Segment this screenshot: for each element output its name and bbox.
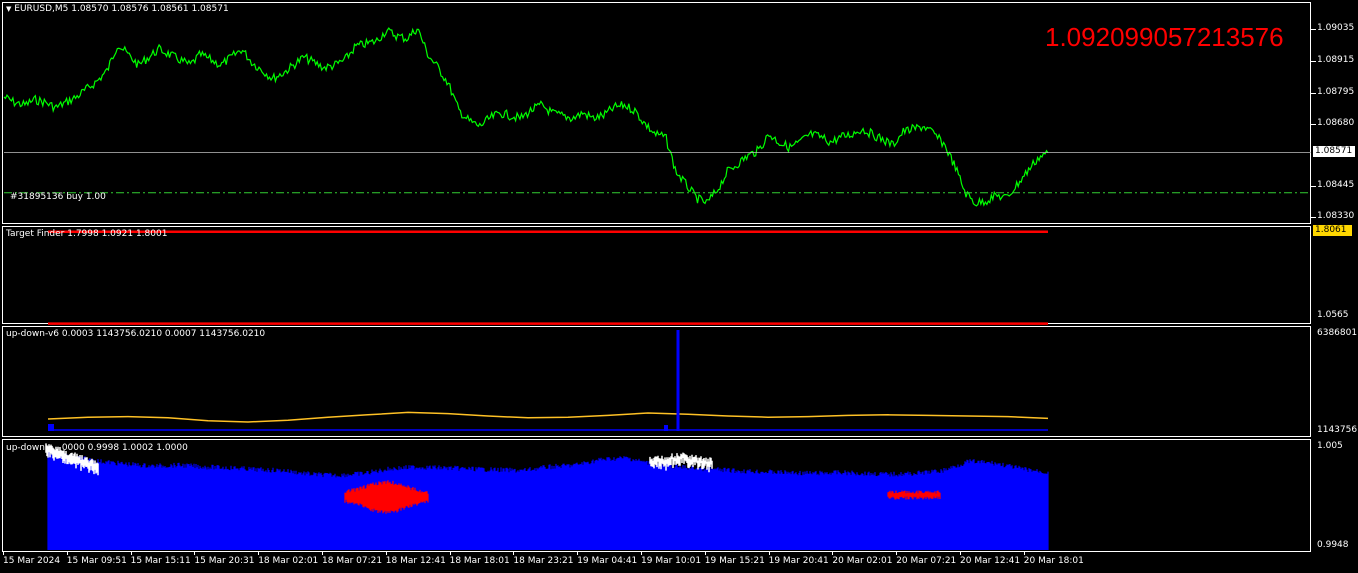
time-axis-label: 20 Mar 18:01 bbox=[1023, 556, 1084, 566]
price-tick-mark bbox=[1311, 186, 1316, 188]
price-tick-mark bbox=[1311, 61, 1316, 63]
time-axis-label: 18 Mar 07:21 bbox=[322, 556, 383, 566]
price-tick-label: 1.08445 bbox=[1317, 180, 1355, 191]
target-finder-top-tag: 1.8061 bbox=[1313, 225, 1352, 236]
target-finder-title: Target Finder 1.7998 1.0921 1.8001 bbox=[6, 229, 168, 239]
updown-area bbox=[47, 450, 1049, 550]
time-axis-mark bbox=[385, 551, 387, 555]
updown-title-values: 0000 0.9998 1.0002 1.0000 bbox=[61, 443, 188, 453]
time-axis-mark bbox=[641, 551, 642, 555]
order-label[interactable]: #31895136 buy 1.00 bbox=[10, 192, 106, 203]
time-axis-mark bbox=[704, 551, 706, 555]
time-axis-label: 15 Mar 09:51 bbox=[66, 556, 127, 566]
time-axis-mark bbox=[194, 551, 196, 555]
time-axis-label: 20 Mar 12:41 bbox=[960, 556, 1021, 566]
updown-v6-top-label: 6386801.2 bbox=[1317, 328, 1358, 338]
price-tick-mark bbox=[1311, 93, 1316, 95]
updown-top-label: 1.005 bbox=[1317, 441, 1343, 451]
time-axis-mark bbox=[896, 551, 898, 555]
time-axis-mark bbox=[513, 551, 515, 555]
time-axis-mark bbox=[66, 551, 68, 555]
chart-canvas bbox=[3, 27, 1311, 550]
updown-v6-small-bar bbox=[48, 424, 54, 431]
time-axis-label: 20 Mar 07:21 bbox=[896, 556, 957, 566]
price-tick-label: 1.08330 bbox=[1317, 210, 1355, 221]
time-axis-mark bbox=[960, 551, 961, 555]
updown-bottom-label: 0.9948 bbox=[1317, 540, 1349, 550]
time-axis-label: 19 Mar 20:41 bbox=[768, 556, 829, 566]
price-tick-label: 1.08915 bbox=[1317, 55, 1355, 66]
time-axis-label: 18 Mar 23:21 bbox=[513, 556, 574, 566]
price-tick-mark bbox=[1311, 123, 1316, 125]
time-axis-mark bbox=[322, 551, 323, 555]
price-tick-mark bbox=[1311, 29, 1316, 31]
time-axis-label: 15 Mar 20:31 bbox=[194, 556, 255, 566]
time-axis-label: 20 Mar 02:01 bbox=[832, 556, 893, 566]
time-axis-mark bbox=[832, 551, 834, 555]
time-axis-mark bbox=[130, 551, 132, 555]
chart-header[interactable]: ▼ EURUSD,M5 1.08570 1.08576 1.08561 1.08… bbox=[6, 4, 229, 15]
updown-v6-small-bar bbox=[664, 425, 668, 431]
updown-v6-title: up-down-v6 0.0003 1143756.0210 0.0007 11… bbox=[6, 329, 266, 339]
current-price-tag: 1.08571 bbox=[1313, 146, 1355, 157]
time-axis-mark bbox=[449, 551, 451, 555]
chart-menu-triangle-icon[interactable]: ▼ bbox=[6, 5, 11, 13]
price-tick-label: 1.08795 bbox=[1317, 87, 1355, 98]
price-tick-mark bbox=[1311, 216, 1316, 218]
time-axis-label: 19 Mar 04:41 bbox=[577, 556, 638, 566]
time-axis-label: 15 Mar 2024 bbox=[3, 556, 61, 566]
time-axis-mark bbox=[258, 551, 260, 555]
updown-v6-bottom-label: 1143756.0210 bbox=[1317, 425, 1358, 435]
time-axis-mark bbox=[577, 551, 579, 555]
time-axis-mark bbox=[3, 551, 4, 555]
updown-v6-line bbox=[47, 411, 1049, 423]
time-axis-label: 19 Mar 15:21 bbox=[704, 556, 765, 566]
time-axis-mark bbox=[768, 551, 770, 555]
time-axis-label: 18 Mar 12:41 bbox=[385, 556, 446, 566]
time-axis-label: 18 Mar 02:01 bbox=[258, 556, 319, 566]
price-tick-label: 1.08680 bbox=[1317, 117, 1355, 128]
time-axis-label: 19 Mar 10:01 bbox=[641, 556, 702, 566]
price-series-line bbox=[3, 27, 1049, 207]
time-axis-label: 18 Mar 18:01 bbox=[449, 556, 510, 566]
updown-title-name: up-down bbox=[6, 443, 45, 453]
updown-title: up-down 0000 0.9998 1.0002 1.0000 bbox=[6, 443, 188, 454]
symbol-line: EURUSD,M5 1.08570 1.08576 1.08561 1.0857… bbox=[14, 4, 229, 14]
price-tick-label: 1.09035 bbox=[1317, 23, 1355, 34]
time-axis-mark bbox=[1023, 551, 1025, 555]
target-finder-bottom-label: 1.0565 bbox=[1317, 310, 1349, 320]
time-axis-label: 15 Mar 15:11 bbox=[130, 556, 191, 566]
big-value: 1.092099057213576 bbox=[1045, 22, 1284, 52]
